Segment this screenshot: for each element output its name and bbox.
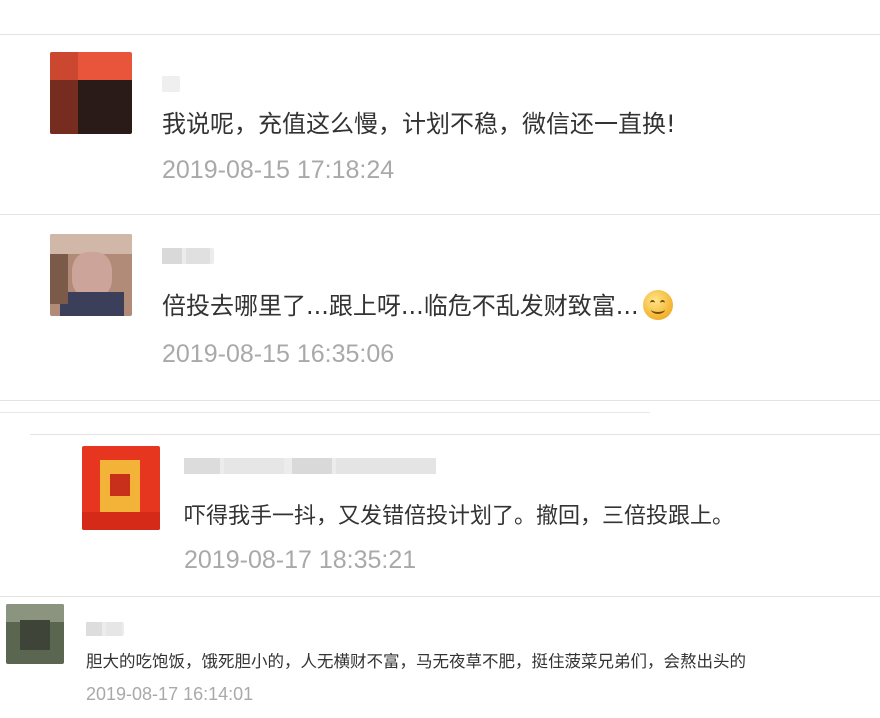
- avatar[interactable]: [50, 234, 132, 316]
- comment-timestamp: 2019-08-15 16:35:06: [162, 340, 395, 368]
- divider: [0, 400, 880, 401]
- username-blurred[interactable]: [184, 458, 436, 474]
- username-blurred[interactable]: [86, 622, 124, 636]
- divider-top: [0, 34, 880, 35]
- comment-text: 吓得我手一抖，又发错倍投计划了。撤回，三倍投跟上。: [184, 504, 735, 529]
- divider: [0, 596, 880, 597]
- divider: [0, 214, 880, 215]
- username-blurred[interactable]: [162, 248, 214, 264]
- comment-text: 我说呢，充值这么慢，计划不稳，微信还一直换!: [162, 110, 676, 138]
- comment-text: 倍投去哪里了...跟上呀...临危不乱发财致富...: [162, 286, 673, 321]
- username-blurred[interactable]: [162, 76, 180, 92]
- comment-timestamp: 2019-08-15 17:18:24: [162, 156, 395, 184]
- comment-timestamp: 2019-08-17 16:14:01: [86, 684, 254, 704]
- divider: [30, 434, 880, 435]
- comment-text-content: 倍投去哪里了...跟上呀...临危不乱发财致富...: [162, 292, 639, 320]
- avatar[interactable]: [6, 604, 64, 664]
- divider: [0, 412, 650, 413]
- comment-timestamp: 2019-08-17 18:35:21: [184, 546, 417, 574]
- smiling-face-emoji-icon: [642, 290, 673, 320]
- avatar[interactable]: [50, 52, 132, 134]
- comment-text: 胆大的吃饱饭，饿死胆小的，人无横财不富，马无夜草不肥，挺住菠菜兄弟们，会熬出头的: [86, 652, 746, 671]
- avatar[interactable]: [82, 446, 160, 530]
